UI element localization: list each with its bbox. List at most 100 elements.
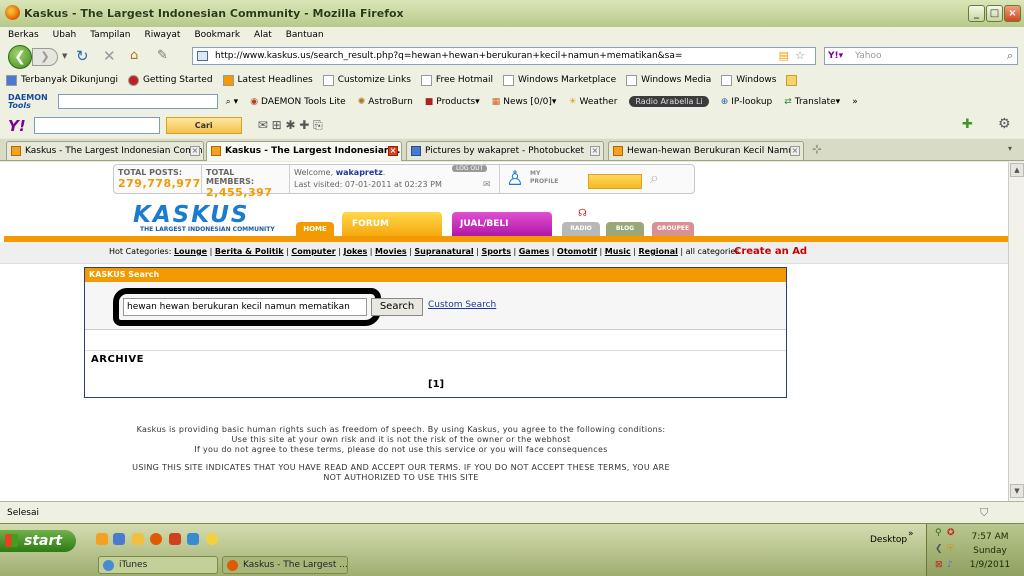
- taskbar-button-itunes[interactable]: iTunes: [98, 556, 218, 574]
- tab-list-icon[interactable]: ▾: [1008, 144, 1012, 153]
- rss-icon[interactable]: ▤: [779, 48, 789, 64]
- tray-shield-icon[interactable]: ⛨: [947, 544, 954, 554]
- toolbar-item-news[interactable]: ▦ News [0/0] ▾: [492, 97, 557, 107]
- category-link[interactable]: Otomotif: [557, 247, 597, 256]
- nav-tab-groupee[interactable]: GROUPEE: [652, 222, 694, 236]
- window-titlebar[interactable]: Kaskus - The Largest Indonesian Communit…: [0, 0, 1024, 27]
- stop-icon[interactable]: ✕: [103, 49, 116, 64]
- category-link[interactable]: Supranatural: [414, 247, 473, 256]
- start-button[interactable]: start: [0, 530, 76, 552]
- menu-riwayat[interactable]: Riwayat: [144, 30, 180, 40]
- menu-tampilan[interactable]: Tampilan: [90, 30, 130, 40]
- maximize-button[interactable]: □: [986, 5, 1003, 22]
- category-link[interactable]: Berita & Politik: [215, 247, 284, 256]
- menu-ubah[interactable]: Ubah: [53, 30, 77, 40]
- firefox-quicklaunch-icon[interactable]: [150, 533, 162, 545]
- quicklaunch-icon[interactable]: [113, 533, 125, 545]
- toolbar-overflow-icon[interactable]: »: [852, 97, 858, 107]
- username-link[interactable]: wakapretz: [336, 168, 383, 177]
- toolbar-item-radio[interactable]: Radio Arabella Li: [629, 96, 709, 107]
- tab-kaskus-2[interactable]: Kaskus - The Largest Indonesian ... ×: [206, 141, 402, 161]
- menu-alat[interactable]: Alat: [254, 30, 272, 40]
- quicklaunch-icon[interactable]: [96, 533, 108, 545]
- tab-close-icon[interactable]: ×: [790, 146, 800, 156]
- bookmark-folder[interactable]: [786, 74, 801, 86]
- home-icon[interactable]: ⌂: [130, 49, 138, 63]
- header-search-icon[interactable]: ⌕: [650, 168, 659, 188]
- header-search-input[interactable]: [588, 174, 642, 189]
- nav-tab-jualbeli[interactable]: JUAL/BELI: [452, 212, 552, 236]
- yahoo-engine-icon[interactable]: Y!▾: [828, 48, 843, 64]
- custom-search-link[interactable]: Custom Search: [428, 300, 496, 310]
- close-button[interactable]: ×: [1004, 5, 1021, 22]
- status-addon-icon[interactable]: ⛉: [980, 506, 988, 520]
- page-number[interactable]: [1]: [428, 379, 444, 390]
- toolbar-item-astroburn[interactable]: ✺ AstroBurn: [358, 97, 413, 107]
- back-button[interactable]: ❮: [8, 45, 32, 69]
- quicklaunch-icon[interactable]: [169, 533, 181, 545]
- bookmark-item[interactable]: Windows Marketplace: [502, 74, 616, 86]
- mail-icon[interactable]: ✉: [483, 180, 491, 190]
- menu-bantuan[interactable]: Bantuan: [286, 30, 324, 40]
- addon-icon[interactable]: ✎: [157, 49, 168, 63]
- yahoo-toolbar-tools-icon[interactable]: ✉ ⊞ ✱ ✚ ⎘: [258, 118, 323, 133]
- nav-tab-home[interactable]: HOME: [296, 222, 334, 236]
- category-link[interactable]: Games: [519, 247, 550, 256]
- taskbar-overflow-icon[interactable]: »: [908, 529, 914, 539]
- tab-kaskus-1[interactable]: Kaskus - The Largest Indonesian Comm... ×: [6, 141, 204, 160]
- nav-tab-radio[interactable]: RADIO: [562, 222, 600, 236]
- tab-hewan[interactable]: Hewan-hewan Berukuran Kecil Namun ... ×: [608, 141, 804, 160]
- scroll-up-icon[interactable]: ▲: [1010, 163, 1024, 177]
- tray-security-icon[interactable]: ✪: [947, 528, 955, 538]
- tray-antivirus-icon[interactable]: ⊠: [935, 560, 943, 570]
- logout-button[interactable]: LOG OUT: [452, 165, 488, 172]
- scroll-down-icon[interactable]: ▼: [1010, 484, 1024, 498]
- tab-close-icon[interactable]: ×: [388, 146, 398, 156]
- yahoo-logo[interactable]: Y!: [8, 117, 26, 135]
- create-ad-link[interactable]: Create an Ad: [734, 246, 807, 257]
- tab-photobucket[interactable]: Pictures by wakapret - Photobucket ×: [406, 141, 604, 160]
- taskbar-button-firefox[interactable]: Kaskus - The Largest ...: [222, 556, 348, 574]
- category-link[interactable]: Sports: [481, 247, 511, 256]
- menu-berkas[interactable]: Berkas: [8, 30, 39, 40]
- toolbar-item-translate[interactable]: ⇄ Translate ▾: [784, 97, 840, 107]
- bookmark-item[interactable]: Customize Links: [322, 74, 411, 86]
- bookmark-item[interactable]: Latest Headlines: [222, 74, 313, 86]
- bookmark-item[interactable]: Windows Media: [626, 74, 711, 86]
- add-button-icon[interactable]: ✚: [962, 117, 973, 132]
- tab-close-icon[interactable]: ×: [590, 146, 600, 156]
- tab-close-icon[interactable]: ×: [190, 146, 200, 156]
- category-link[interactable]: Regional: [638, 247, 677, 256]
- bookmark-item[interactable]: Terbanyak Dikunjungi: [6, 74, 118, 86]
- toolbar-item-daemon[interactable]: ◉ DAEMON Tools Lite: [250, 97, 346, 107]
- daemon-search-icon[interactable]: ⌕ ▾: [226, 97, 238, 107]
- nav-tab-forum[interactable]: FORUM: [342, 212, 442, 236]
- quicklaunch-icon[interactable]: [206, 533, 218, 545]
- category-link[interactable]: Music: [605, 247, 631, 256]
- quicklaunch-icon[interactable]: [132, 533, 144, 545]
- system-clock[interactable]: 7:57 AM Sunday 1/9/2011: [958, 530, 1022, 572]
- category-link[interactable]: Computer: [291, 247, 335, 256]
- yahoo-search-button[interactable]: Cari: [165, 117, 242, 134]
- category-link[interactable]: Lounge: [174, 247, 207, 256]
- tray-volume-icon[interactable]: ♪: [947, 560, 953, 570]
- category-link[interactable]: Jokes: [343, 247, 367, 256]
- reload-icon[interactable]: ↻: [76, 49, 89, 64]
- search-button[interactable]: Search: [371, 298, 423, 316]
- search-query-input[interactable]: hewan hewan berukuran kecil namun memati…: [123, 298, 367, 316]
- menu-bookmark[interactable]: Bookmark: [194, 30, 240, 40]
- toolbar-item-ip-lookup[interactable]: ⊕ IP-lookup: [721, 97, 773, 107]
- my-profile-button[interactable]: ♙ MY PROFILE: [506, 167, 566, 191]
- toolbar-item-products[interactable]: ■ Products ▾: [425, 97, 480, 107]
- bookmark-star-icon[interactable]: ☆: [795, 48, 805, 64]
- search-box[interactable]: Y!▾ Yahoo ⌕: [824, 47, 1018, 65]
- toolbar-item-weather[interactable]: ☀ Weather: [568, 97, 617, 107]
- minimize-button[interactable]: _: [968, 5, 985, 22]
- yahoo-search-input[interactable]: [33, 117, 160, 134]
- all-categories-link[interactable]: all categories: [686, 247, 740, 256]
- new-tab-icon[interactable]: ⊹: [812, 142, 822, 156]
- desktop-toolbar-label[interactable]: Desktop: [870, 535, 907, 545]
- nav-tab-blog[interactable]: BLOG: [606, 222, 644, 236]
- tray-network-icon[interactable]: ⚲: [935, 528, 942, 538]
- history-dropdown-icon[interactable]: ▼: [62, 49, 67, 63]
